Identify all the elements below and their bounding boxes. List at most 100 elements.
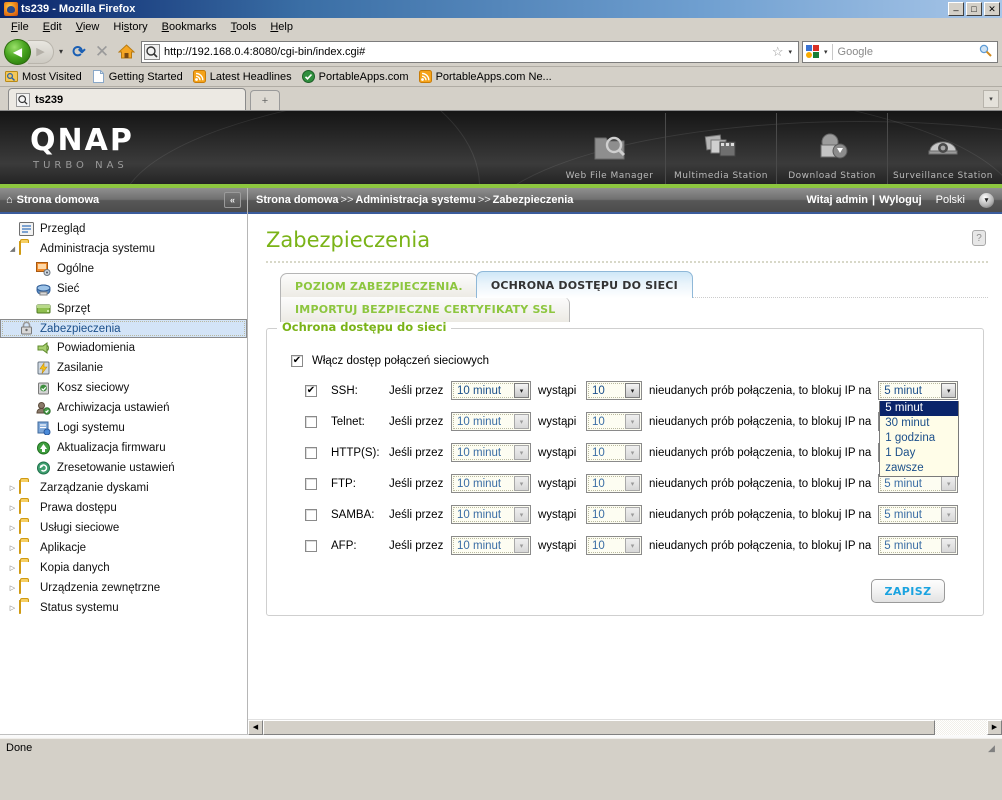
- header-app-3[interactable]: Surveillance Station: [887, 113, 998, 184]
- resize-grip[interactable]: ◢: [988, 743, 1000, 755]
- tree-twisty[interactable]: ▷: [6, 484, 19, 492]
- chevron-down-icon[interactable]: ▾: [514, 538, 529, 553]
- bookmark-4[interactable]: PortableApps.com Ne...: [418, 70, 552, 83]
- duration-select-5[interactable]: 10 minut ▾: [451, 536, 531, 555]
- attempts-select-2[interactable]: 10 ▾: [586, 443, 642, 462]
- bookmark-1[interactable]: Getting Started: [92, 70, 183, 83]
- bookmark-0[interactable]: Most Visited: [5, 70, 82, 83]
- sidebar-item-3[interactable]: Sieć: [0, 279, 247, 299]
- block-duration-dropdown[interactable]: 5 minut 30 minut 1 godzina 1 Day zawsze: [879, 401, 960, 477]
- language-dropdown-button[interactable]: ▾: [979, 192, 994, 208]
- duration-select-0[interactable]: 10 minut ▾: [451, 381, 531, 400]
- sidebar-item-10[interactable]: Logi systemu: [0, 418, 247, 438]
- service-checkbox-2[interactable]: [305, 446, 317, 459]
- duration-select-1[interactable]: 10 minut ▾: [451, 412, 531, 431]
- sidebar-item-5[interactable]: Zabezpieczenia: [0, 319, 247, 338]
- save-button[interactable]: ZAPISZ: [871, 579, 945, 603]
- chevron-down-icon[interactable]: ▾: [514, 476, 529, 491]
- menu-edit[interactable]: Edit: [36, 19, 69, 35]
- url-dropdown-icon[interactable]: ▾: [786, 48, 796, 56]
- reload-button[interactable]: ⟳: [68, 40, 90, 64]
- chevron-down-icon[interactable]: ▾: [941, 538, 957, 553]
- breadcrumb-item-home[interactable]: Strona domowa: [256, 194, 339, 206]
- chevron-down-icon[interactable]: ▾: [625, 383, 640, 398]
- search-icon[interactable]: [979, 44, 995, 60]
- sidebar-item-1[interactable]: ◢ Administracja systemu: [0, 239, 247, 259]
- breadcrumb-item-admin[interactable]: Administracja systemu: [355, 194, 475, 206]
- help-button[interactable]: ?: [972, 230, 986, 246]
- sidebar-item-9[interactable]: Archiwizacja ustawień: [0, 398, 247, 418]
- chevron-down-icon[interactable]: ▾: [941, 476, 957, 491]
- url-bar[interactable]: http://192.168.0.4:8080/cgi-bin/index.cg…: [141, 40, 799, 63]
- service-checkbox-1[interactable]: [305, 415, 317, 428]
- service-checkbox-5[interactable]: [305, 539, 317, 552]
- chevron-down-icon[interactable]: ▾: [625, 445, 640, 460]
- minimize-button[interactable]: _: [948, 2, 964, 16]
- sidebar-item-13[interactable]: ▷ Zarządzanie dyskami: [0, 478, 247, 498]
- tab-poziom-zabezpieczenia[interactable]: POZIOM ZABEZPIECZENIA.: [280, 273, 478, 298]
- tree-twisty[interactable]: ◢: [6, 245, 19, 253]
- forward-button[interactable]: ▶: [28, 39, 54, 64]
- sidebar-item-12[interactable]: Zresetowanie ustawień: [0, 458, 247, 478]
- block-select-5[interactable]: 5 minut ▾: [878, 536, 959, 555]
- header-app-1[interactable]: Multimedia Station: [665, 113, 776, 184]
- tree-twisty[interactable]: ▷: [6, 544, 19, 552]
- enable-network-access-checkbox[interactable]: ✔: [291, 355, 303, 367]
- dropdown-option-2[interactable]: 1 godzina: [880, 431, 958, 446]
- sidebar-item-7[interactable]: Zasilanie: [0, 358, 247, 378]
- chevron-down-icon[interactable]: ▾: [941, 507, 957, 522]
- close-button[interactable]: ✕: [984, 2, 1000, 16]
- bookmark-2[interactable]: Latest Headlines: [192, 70, 292, 83]
- tree-twisty[interactable]: ▷: [6, 524, 19, 532]
- sidebar-collapse-button[interactable]: «: [224, 192, 241, 208]
- maximize-button[interactable]: □: [966, 2, 982, 16]
- sidebar-item-4[interactable]: Sprzęt: [0, 299, 247, 319]
- chevron-down-icon[interactable]: ▾: [625, 507, 640, 522]
- scroll-thumb[interactable]: [263, 719, 935, 735]
- block-select-4[interactable]: 5 minut ▾: [878, 505, 959, 524]
- tree-twisty[interactable]: ▷: [6, 564, 19, 572]
- stop-button[interactable]: ✕: [91, 40, 113, 64]
- sidebar-item-17[interactable]: ▷ Kopia danych: [0, 558, 247, 578]
- attempts-select-1[interactable]: 10 ▾: [586, 412, 642, 431]
- menu-file[interactable]: File: [4, 19, 36, 35]
- dropdown-option-1[interactable]: 30 minut: [880, 416, 958, 431]
- tree-twisty[interactable]: ▷: [6, 604, 19, 612]
- duration-select-3[interactable]: 10 minut ▾: [451, 474, 531, 493]
- sidebar-item-0[interactable]: Przegląd: [0, 219, 247, 239]
- attempts-select-4[interactable]: 10 ▾: [586, 505, 642, 524]
- dropdown-option-0[interactable]: 5 minut: [880, 401, 959, 416]
- history-dropdown-button[interactable]: ▾: [55, 40, 67, 64]
- service-checkbox-0[interactable]: ✔: [305, 384, 317, 397]
- chevron-down-icon[interactable]: ▾: [514, 445, 529, 460]
- chevron-down-icon[interactable]: ▾: [625, 476, 640, 491]
- scroll-right-button[interactable]: ▶: [987, 719, 1002, 735]
- bookmark-3[interactable]: PortableApps.com: [301, 70, 409, 83]
- breadcrumb-item-security[interactable]: Zabezpieczenia: [493, 194, 574, 206]
- search-input[interactable]: Google: [833, 46, 979, 58]
- sidebar-item-6[interactable]: Powiadomienia: [0, 338, 247, 358]
- search-engine-caret-icon[interactable]: ▾: [820, 43, 833, 60]
- chevron-down-icon[interactable]: ▾: [514, 507, 529, 522]
- duration-select-4[interactable]: 10 minut ▾: [451, 505, 531, 524]
- menu-tools[interactable]: Tools: [224, 19, 264, 35]
- scroll-track[interactable]: [263, 719, 987, 735]
- menu-help[interactable]: Help: [263, 19, 300, 35]
- tree-twisty[interactable]: ▷: [6, 584, 19, 592]
- home-button[interactable]: [114, 40, 138, 64]
- menu-history[interactable]: History: [106, 19, 154, 35]
- site-identity-icon[interactable]: [144, 43, 160, 60]
- sidebar-item-15[interactable]: ▷ Usługi sieciowe: [0, 518, 247, 538]
- logout-link[interactable]: Wyloguj: [879, 194, 922, 206]
- scroll-left-button[interactable]: ◀: [248, 719, 263, 735]
- content-horizontal-scrollbar[interactable]: ◀ ▶: [248, 719, 1002, 735]
- list-all-tabs-button[interactable]: ▾: [983, 90, 999, 108]
- url-input[interactable]: http://192.168.0.4:8080/cgi-bin/index.cg…: [164, 46, 769, 58]
- block-select-0[interactable]: 5 minut ▾ 5 minut 30 minut 1 godzina 1 Day zaw…: [878, 381, 960, 477]
- menu-bookmarks[interactable]: Bookmarks: [155, 19, 224, 35]
- sidebar-item-19[interactable]: ▷ Status systemu: [0, 598, 247, 618]
- dropdown-option-3[interactable]: 1 Day: [880, 446, 958, 461]
- sidebar-item-14[interactable]: ▷ Prawa dostępu: [0, 498, 247, 518]
- attempts-select-5[interactable]: 10 ▾: [586, 536, 642, 555]
- bookmark-star-icon[interactable]: ☆: [769, 44, 787, 60]
